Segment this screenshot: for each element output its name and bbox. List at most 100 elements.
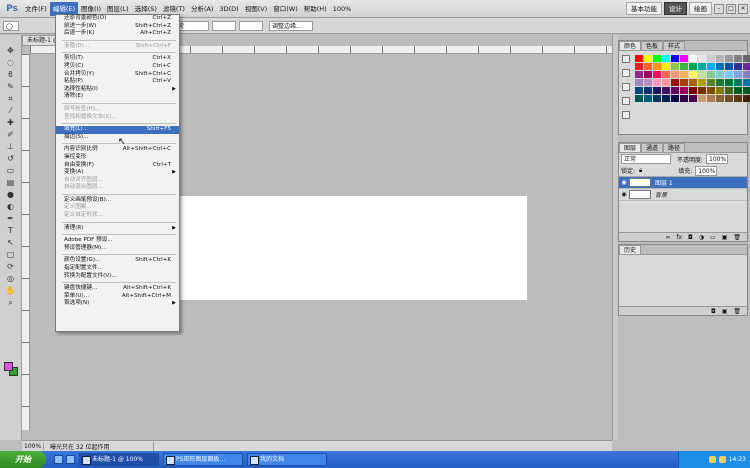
color-swatch[interactable] [662,71,670,78]
edit-menu-item[interactable]: 预设管理器(M)... [56,245,179,253]
close-icon[interactable]: × [738,3,748,14]
quick-select-tool-icon[interactable]: ✎ [4,81,18,92]
color-swatch[interactable] [716,87,724,94]
color-swatch[interactable] [680,79,688,86]
clone-stamp-tool-icon[interactable]: ⊥ [4,141,18,152]
color-swatch[interactable] [680,63,688,70]
start-button[interactable]: 开始 [0,451,46,468]
edit-menu-item[interactable]: 首选项(N) ▶ [56,300,179,308]
tab-paths[interactable]: 路径 [663,143,686,152]
edit-menu-item[interactable]: 指定配置文件... [56,265,179,273]
color-swatch[interactable] [725,63,733,70]
edit-menu-item[interactable]: 变换(A) ▶ [56,169,179,177]
color-swatch[interactable] [716,63,724,70]
layer-row[interactable]: ◉ 图层 1 [619,177,747,189]
edit-menu-item[interactable]: 后退一步(K) Alt+Ctrl+Z [56,30,179,38]
color-swatch[interactable] [662,79,670,86]
color-swatch[interactable] [743,55,750,62]
workspace-design[interactable]: 设计 [664,2,687,15]
menu-file[interactable]: 文件(F) [22,2,50,16]
tab-swatches[interactable]: 色板 [641,41,664,50]
menu-view[interactable]: 视图(V) [242,2,271,16]
color-swatch[interactable] [635,63,643,70]
edit-menu-item[interactable]: 颜色设置(G)... Shift+Ctrl+K [56,257,179,265]
color-swatch[interactable] [698,79,706,86]
taskbar-documents[interactable]: 我的文档 [247,453,327,466]
color-swatch[interactable] [662,95,670,102]
shape-tool-icon[interactable]: ▢ [4,249,18,260]
visibility-eye-icon[interactable]: ◉ [619,179,629,186]
tab-styles[interactable]: 样式 [663,41,686,50]
ie-icon[interactable] [54,455,63,464]
color-swatch[interactable] [734,63,742,70]
color-swatch[interactable] [716,55,724,62]
menu-analysis[interactable]: 分析(A) [188,2,217,16]
edit-menu-item[interactable]: 清理(R) ▶ [56,225,179,233]
menu-3d[interactable]: 3D(D) [216,2,241,16]
status-zoom[interactable]: 100% [22,442,44,450]
color-swatch[interactable] [725,71,733,78]
edit-menu-item[interactable]: 填充(L)... Shift+F5 [56,126,179,134]
marquee-tool-preset[interactable]: ◯ [3,20,19,31]
blur-tool-icon[interactable]: ● [4,189,18,200]
color-swatch[interactable] [680,95,688,102]
edit-menu-item[interactable]: 拷贝(C) Ctrl+C [56,63,179,71]
color-swatch[interactable] [743,63,750,70]
edit-menu-item[interactable]: 还原背景颜色(O) Ctrl+Z [56,15,179,23]
link-layers-icon[interactable]: ∞ [665,234,670,241]
lock-icon[interactable]: 🔒︎ [639,167,642,175]
workspace-painting[interactable]: 绘画 [689,2,712,15]
tab-history[interactable]: 历史 [619,245,642,254]
color-swatch[interactable] [662,55,670,62]
crop-tool-icon[interactable]: ⌗ [4,93,18,104]
color-swatch[interactable] [707,55,715,62]
dodge-tool-icon[interactable]: ◐ [4,201,18,212]
3d-camera-tool-icon[interactable]: ◎ [4,273,18,284]
color-swatch[interactable] [680,71,688,78]
color-swatch[interactable] [644,71,652,78]
move-tool-icon[interactable]: ✥ [4,45,18,56]
opacity-field[interactable]: 100% [706,154,729,164]
color-swatch[interactable] [653,71,661,78]
tab-color[interactable]: 颜色 [619,41,642,50]
zoom-tool-icon[interactable]: ⌕ [4,297,18,308]
edit-menu-item[interactable]: 粘贴(P) Ctrl+V [56,78,179,86]
edit-menu-item[interactable]: 键盘快捷键... Alt+Shift+Ctrl+K [56,285,179,293]
color-swatch[interactable] [635,95,643,102]
fill-field[interactable]: 100% [695,165,718,176]
new-document-icon[interactable]: ▣ [722,308,728,315]
color-swatch[interactable] [707,87,715,94]
volume-icon[interactable] [708,456,716,463]
color-swatch[interactable] [644,79,652,86]
color-swatch[interactable] [689,55,697,62]
color-swatch[interactable] [689,79,697,86]
eyedropper-tool-icon[interactable]: ⁄ [4,105,18,116]
color-swatch[interactable] [644,55,652,62]
color-swatch[interactable] [734,95,742,102]
color-swatch[interactable] [671,95,679,102]
edit-menu-item[interactable]: 自由变换(F) Ctrl+T [56,162,179,170]
color-swatch[interactable] [725,95,733,102]
pen-tool-icon[interactable]: ✒ [4,213,18,224]
color-swatch[interactable] [743,95,750,102]
color-swatch[interactable] [671,79,679,86]
color-swatch[interactable] [743,79,750,86]
add-mask-icon[interactable]: ◘ [688,234,693,241]
visibility-eye-icon[interactable]: ◉ [619,191,629,198]
color-swatch[interactable] [734,87,742,94]
color-swatch[interactable] [734,71,742,78]
color-swatch[interactable] [689,63,697,70]
color-swatch[interactable] [689,71,697,78]
color-swatch[interactable] [743,71,750,78]
color-swatch[interactable] [653,95,661,102]
color-swatch[interactable] [635,79,643,86]
tab-layers[interactable]: 图层 [619,143,642,152]
restore-icon[interactable]: □ [726,3,736,14]
color-swatch[interactable] [725,55,733,62]
color-swatch[interactable] [644,63,652,70]
color-swatch[interactable] [698,55,706,62]
healing-tool-icon[interactable]: ✚ [4,117,18,128]
color-swatch[interactable] [698,71,706,78]
foreground-color-swatch[interactable] [4,362,13,371]
path-select-tool-icon[interactable]: ↖ [4,237,18,248]
